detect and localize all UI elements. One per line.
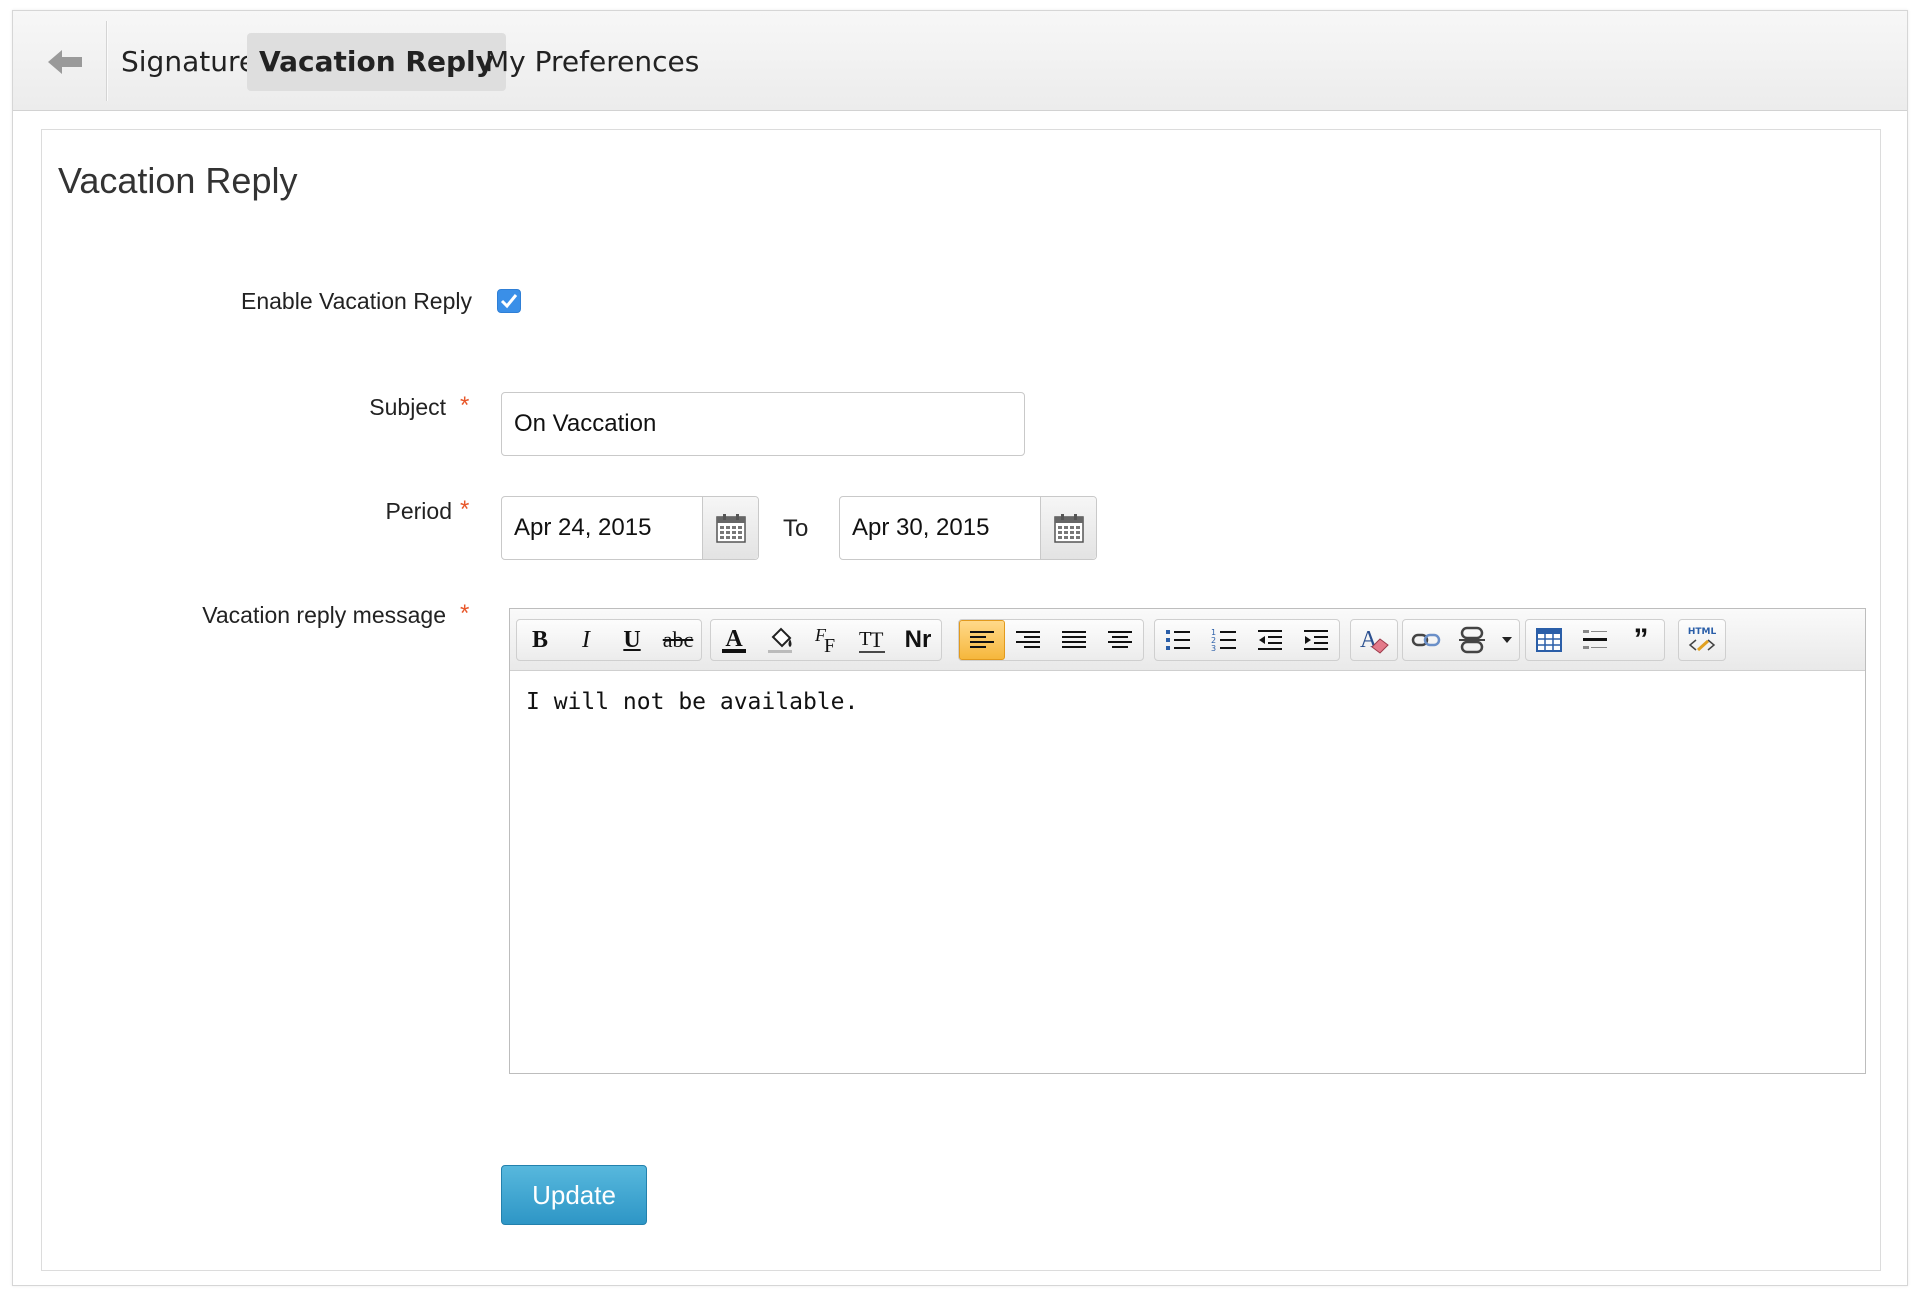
tab-vacation-reply[interactable]: Vacation Reply	[247, 33, 506, 91]
align-right-icon	[1014, 628, 1042, 652]
svg-text:A: A	[725, 626, 743, 652]
font-color-button[interactable]: A	[711, 620, 757, 660]
remove-link-button[interactable]	[1449, 620, 1495, 660]
required-asterisk: *	[460, 392, 470, 419]
font-color-icon: A	[719, 625, 749, 655]
enable-label: Enable Vacation Reply	[241, 288, 472, 314]
background-color-button[interactable]	[757, 620, 803, 660]
required-asterisk: *	[460, 496, 470, 523]
html-source-label: HTML	[1687, 627, 1717, 637]
justify-icon	[1060, 628, 1088, 652]
link-group	[1402, 619, 1520, 661]
svg-text:3: 3	[1211, 644, 1216, 653]
increase-indent-button[interactable]	[1293, 620, 1339, 660]
bulleted-list-icon	[1164, 627, 1192, 653]
vacation-reply-panel: Vacation Reply Enable Vacation Reply Sub…	[41, 129, 1881, 1271]
indent-icon	[1302, 627, 1330, 653]
html-source-button[interactable]: HTML	[1679, 620, 1725, 660]
period-label: Period	[385, 498, 452, 524]
align-center-icon	[1106, 628, 1134, 652]
table-icon	[1535, 627, 1563, 653]
editor-content-area[interactable]: I will not be available.	[510, 671, 1865, 1073]
font-family-button[interactable]: FF	[803, 620, 849, 660]
period-to-value[interactable]: Apr 30, 2015	[840, 497, 1040, 559]
link-icon	[1411, 629, 1441, 651]
list-group: 123	[1154, 619, 1340, 661]
clear-formatting-button[interactable]: A	[1351, 620, 1397, 660]
align-left-icon	[968, 628, 996, 652]
calendar-icon	[1053, 513, 1084, 543]
source-group: HTML	[1678, 619, 1726, 661]
checkmark-icon	[500, 293, 518, 309]
nav-divider	[106, 21, 107, 101]
subject-input[interactable]: On Vaccation	[501, 392, 1025, 456]
settings-window: Signature Vacation Reply My Preferences …	[12, 10, 1908, 1286]
align-group	[958, 619, 1144, 661]
top-nav-bar: Signature Vacation Reply My Preferences	[13, 11, 1907, 111]
align-center-button[interactable]	[1097, 620, 1143, 660]
blockquote-button[interactable]: ”	[1618, 620, 1664, 660]
tab-my-preferences[interactable]: My Preferences	[473, 33, 711, 91]
update-button[interactable]: Update	[501, 1165, 647, 1225]
calendar-button-to[interactable]	[1040, 497, 1096, 559]
font-size-icon: TT	[857, 625, 887, 655]
enable-checkbox[interactable]	[497, 289, 521, 313]
unlink-icon	[1457, 625, 1487, 655]
clear-group: A	[1350, 619, 1398, 661]
normal-text-button[interactable]: Nr	[895, 620, 941, 660]
period-from-value[interactable]: Apr 24, 2015	[502, 497, 702, 559]
bold-button[interactable]: B	[517, 620, 563, 660]
font-family-icon: FF	[811, 625, 841, 655]
bulleted-list-button[interactable]	[1155, 620, 1201, 660]
numbered-list-button[interactable]: 123	[1201, 620, 1247, 660]
rich-text-editor: B I U abc A F F T T Nr 1 2 3 A ” HTML I …	[509, 608, 1866, 1074]
calendar-button-from[interactable]	[702, 497, 758, 559]
insert-table-button[interactable]	[1526, 620, 1572, 660]
period-from-field[interactable]: Apr 24, 2015	[501, 496, 759, 560]
justify-button[interactable]	[1051, 620, 1097, 660]
italic-button[interactable]: I	[563, 620, 609, 660]
style-group: A FF TT Nr	[710, 619, 942, 661]
back-arrow-icon	[48, 49, 84, 75]
svg-text:F: F	[824, 635, 835, 655]
svg-text:T: T	[870, 627, 884, 652]
caret-down-icon	[1502, 636, 1512, 644]
horizontal-rule-icon	[1581, 627, 1609, 653]
period-to-label: To	[783, 515, 809, 542]
paint-bucket-icon	[765, 625, 795, 655]
period-to-field[interactable]: Apr 30, 2015	[839, 496, 1097, 560]
html-source-icon: HTML	[1688, 627, 1716, 653]
font-size-button[interactable]: TT	[849, 620, 895, 660]
back-button[interactable]	[31, 33, 101, 91]
page-title: Vacation Reply	[58, 160, 298, 201]
strikethrough-button[interactable]: abc	[655, 620, 701, 660]
message-label: Vacation reply message	[202, 602, 446, 628]
numbered-list-icon: 123	[1210, 627, 1238, 653]
align-left-button[interactable]	[959, 620, 1005, 660]
insert-link-button[interactable]	[1403, 620, 1449, 660]
outdent-icon	[1256, 627, 1284, 653]
align-right-button[interactable]	[1005, 620, 1051, 660]
calendar-icon	[715, 513, 746, 543]
subject-label: Subject	[369, 394, 446, 420]
link-options-dropdown[interactable]	[1495, 620, 1519, 660]
tab-signature[interactable]: Signature	[109, 33, 268, 91]
decrease-indent-button[interactable]	[1247, 620, 1293, 660]
eraser-icon: A	[1358, 625, 1390, 655]
horizontal-rule-button[interactable]	[1572, 620, 1618, 660]
insert-group: ”	[1525, 619, 1665, 661]
format-group: B I U abc	[516, 619, 702, 661]
required-asterisk: *	[460, 600, 470, 627]
editor-toolbar: B I U abc A F F T T Nr 1 2 3 A ” HTML	[510, 609, 1865, 671]
underline-button[interactable]: U	[609, 620, 655, 660]
